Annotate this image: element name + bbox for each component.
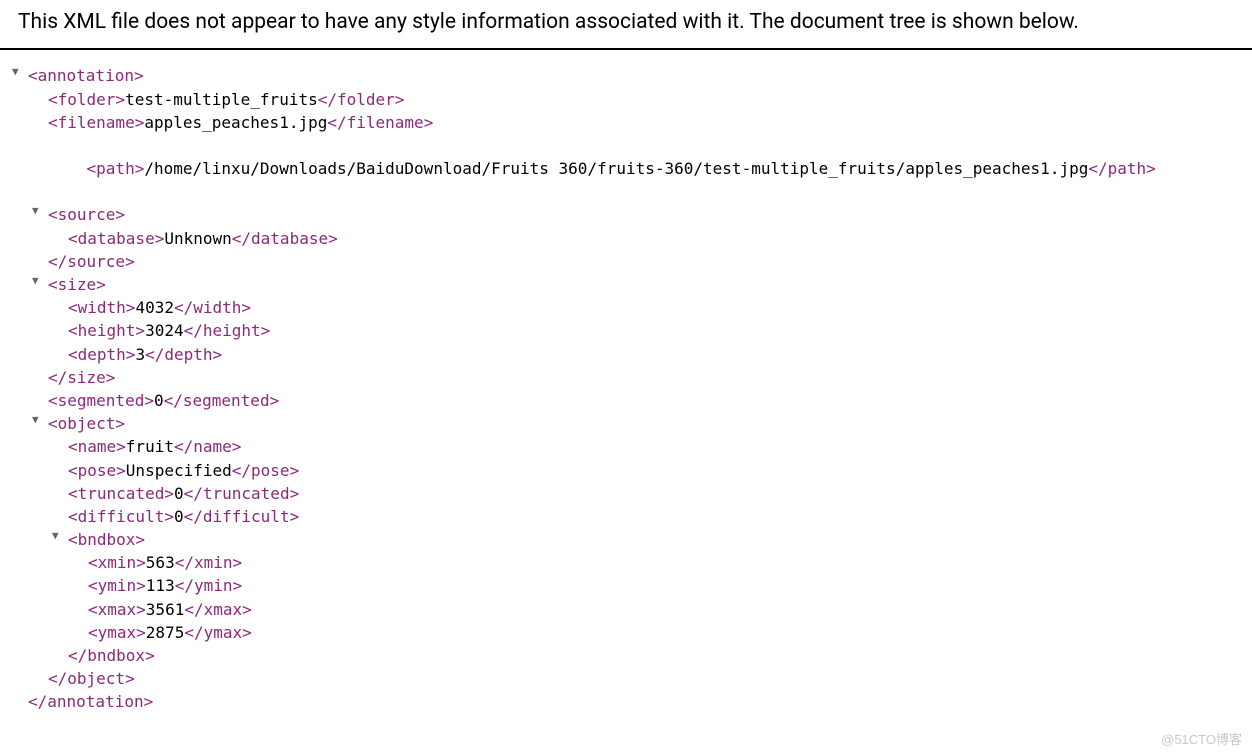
folder-close-tag: </folder> <box>318 90 405 109</box>
xmax-close-tag: </xmax> <box>184 600 251 619</box>
xmin-open-tag: <xmin> <box>88 553 146 572</box>
ymax-close-tag: </ymax> <box>184 623 251 642</box>
pose-open-tag: <pose> <box>68 461 126 480</box>
path-value: /home/linxu/Downloads/BaiduDownload/Frui… <box>144 159 1088 178</box>
bndbox-close-row: </bndbox> <box>68 644 1242 667</box>
name-value: fruit <box>126 437 174 456</box>
segmented-close-tag: </segmented> <box>164 391 280 410</box>
object-open-tag: <object> <box>48 414 125 433</box>
ymin-open-tag: <ymin> <box>88 576 146 595</box>
source-open-tag: <source> <box>48 205 125 224</box>
depth-row: <depth>3</depth> <box>68 343 1242 366</box>
truncated-value: 0 <box>174 484 184 503</box>
segmented-open-tag: <segmented> <box>48 391 154 410</box>
toggle-icon[interactable]: ▼ <box>32 412 39 428</box>
database-open-tag: <database> <box>68 229 164 248</box>
pose-row: <pose>Unspecified</pose> <box>68 459 1242 482</box>
path-open-tag: <path> <box>87 159 145 178</box>
ymax-value: 2875 <box>146 623 185 642</box>
path-row: <path>/home/linxu/Downloads/BaiduDownloa… <box>48 134 1242 204</box>
name-close-tag: </name> <box>174 437 241 456</box>
toggle-icon[interactable]: ▼ <box>32 203 39 219</box>
segmented-row: <segmented>0</segmented> <box>48 389 1242 412</box>
xmax-open-tag: <xmax> <box>88 600 146 619</box>
folder-value: test-multiple_fruits <box>125 90 318 109</box>
depth-open-tag: <depth> <box>68 345 135 364</box>
truncated-open-tag: <truncated> <box>68 484 174 503</box>
width-value: 4032 <box>135 298 174 317</box>
pose-close-tag: </pose> <box>232 461 299 480</box>
watermark: @51CTO博客 <box>1161 729 1242 748</box>
size-close-tag: </size> <box>48 368 115 387</box>
toggle-icon[interactable]: ▼ <box>52 528 59 544</box>
ymax-open-tag: <ymax> <box>88 623 146 642</box>
height-row: <height>3024</height> <box>68 319 1242 342</box>
database-close-tag: </database> <box>232 229 338 248</box>
source-close-tag: </source> <box>48 252 135 271</box>
annotation-close-row: </annotation> <box>28 690 1242 713</box>
difficult-close-tag: </difficult> <box>184 507 300 526</box>
filename-close-tag: </filename> <box>327 113 433 132</box>
source-close-row: </source> <box>48 250 1242 273</box>
filename-value: apples_peaches1.jpg <box>144 113 327 132</box>
ymin-value: 113 <box>146 576 175 595</box>
size-open-row[interactable]: ▼ <size> <box>48 273 1242 296</box>
height-close-tag: </height> <box>184 321 271 340</box>
folder-row: <folder>test-multiple_fruits</folder> <box>48 88 1242 111</box>
filename-open-tag: <filename> <box>48 113 144 132</box>
bndbox-open-row[interactable]: ▼ <bndbox> <box>68 528 1242 551</box>
difficult-open-tag: <difficult> <box>68 507 174 526</box>
ymin-row: <ymin>113</ymin> <box>88 574 1242 597</box>
depth-value: 3 <box>135 345 145 364</box>
height-value: 3024 <box>145 321 184 340</box>
width-open-tag: <width> <box>68 298 135 317</box>
bndbox-open-tag: <bndbox> <box>68 530 145 549</box>
bndbox-close-tag: </bndbox> <box>68 646 155 665</box>
database-row: <database>Unknown</database> <box>68 227 1242 250</box>
truncated-close-tag: </truncated> <box>184 484 300 503</box>
truncated-row: <truncated>0</truncated> <box>68 482 1242 505</box>
toggle-icon[interactable]: ▼ <box>12 64 19 80</box>
path-close-tag: </path> <box>1088 159 1155 178</box>
annotation-close-tag: </annotation> <box>28 692 153 711</box>
source-open-row[interactable]: ▼ <source> <box>48 203 1242 226</box>
difficult-row: <difficult>0</difficult> <box>68 505 1242 528</box>
difficult-value: 0 <box>174 507 184 526</box>
name-open-tag: <name> <box>68 437 126 456</box>
database-value: Unknown <box>164 229 231 248</box>
depth-close-tag: </depth> <box>145 345 222 364</box>
folder-open-tag: <folder> <box>48 90 125 109</box>
xmax-value: 3561 <box>146 600 185 619</box>
filename-row: <filename>apples_peaches1.jpg</filename> <box>48 111 1242 134</box>
xmin-value: 563 <box>146 553 175 572</box>
name-row: <name>fruit</name> <box>68 435 1242 458</box>
width-row: <width>4032</width> <box>68 296 1242 319</box>
xmax-row: <xmax>3561</xmax> <box>88 598 1242 621</box>
xml-no-style-message: This XML file does not appear to have an… <box>0 0 1252 50</box>
annotation-open-row[interactable]: ▼ <annotation> <box>28 64 1242 87</box>
size-open-tag: <size> <box>48 275 106 294</box>
size-close-row: </size> <box>48 366 1242 389</box>
pose-value: Unspecified <box>126 461 232 480</box>
xml-tree: ▼ <annotation> <folder>test-multiple_fru… <box>0 50 1252 723</box>
object-open-row[interactable]: ▼ <object> <box>48 412 1242 435</box>
annotation-open-tag: <annotation> <box>28 66 144 85</box>
xmin-row: <xmin>563</xmin> <box>88 551 1242 574</box>
toggle-icon[interactable]: ▼ <box>32 273 39 289</box>
xmin-close-tag: </xmin> <box>175 553 242 572</box>
object-close-row: </object> <box>48 667 1242 690</box>
width-close-tag: </width> <box>174 298 251 317</box>
object-close-tag: </object> <box>48 669 135 688</box>
ymin-close-tag: </ymin> <box>175 576 242 595</box>
ymax-row: <ymax>2875</ymax> <box>88 621 1242 644</box>
height-open-tag: <height> <box>68 321 145 340</box>
segmented-value: 0 <box>154 391 164 410</box>
